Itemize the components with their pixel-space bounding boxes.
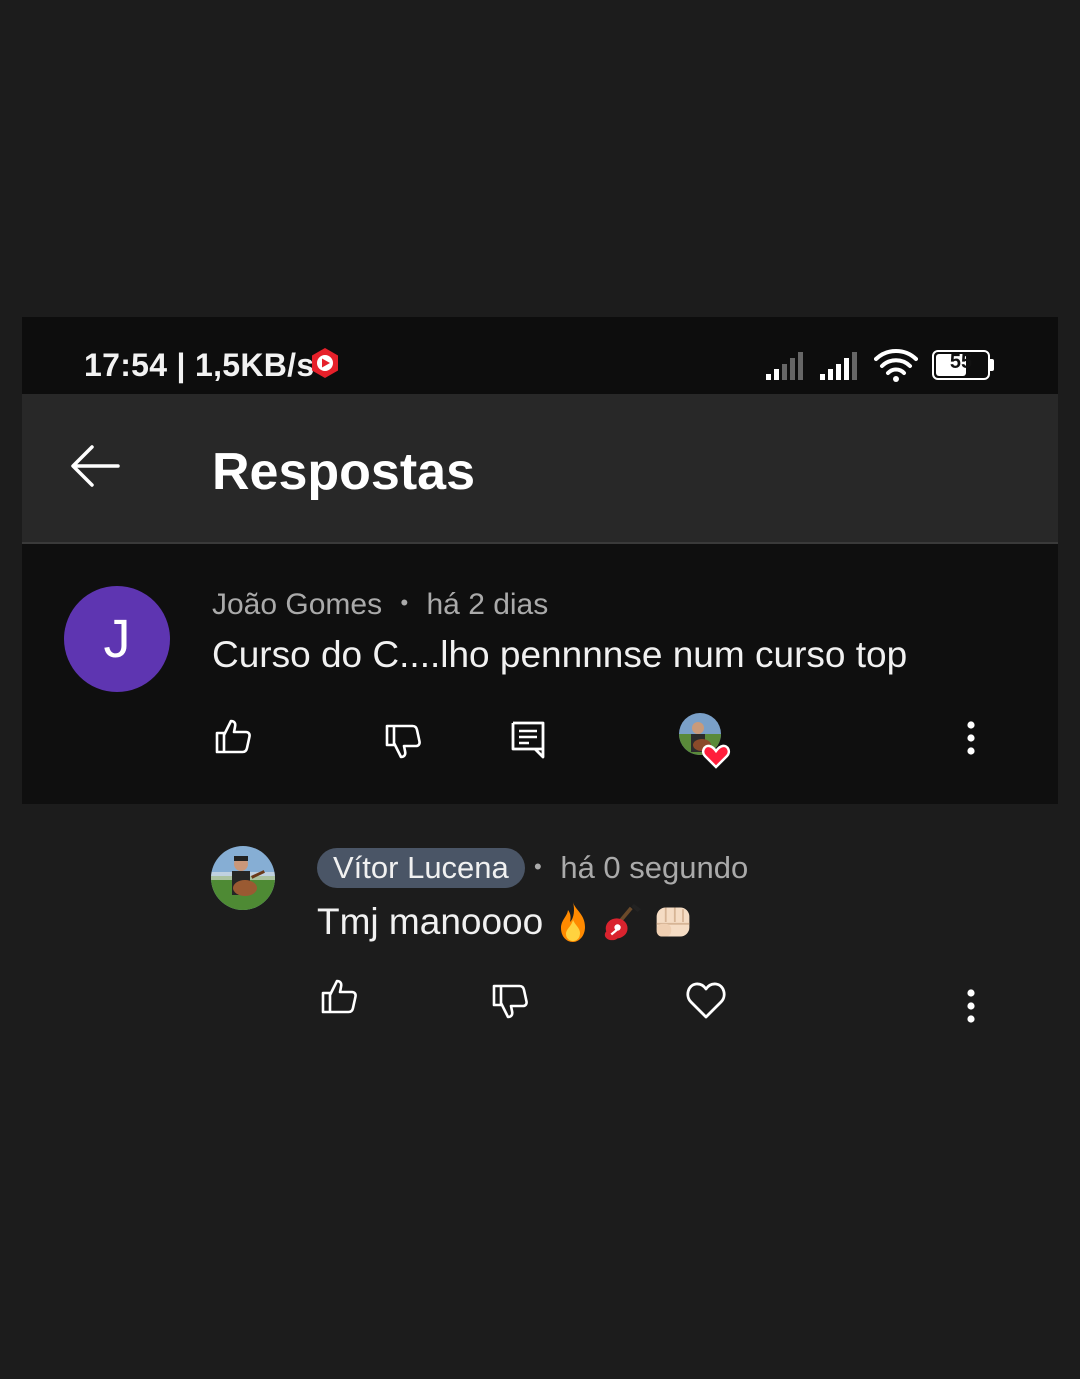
like-icon: [321, 979, 357, 1014]
meta-separator: •: [400, 590, 409, 615]
screen-record-icon: [312, 348, 338, 378]
signal-icon: [766, 352, 803, 380]
reply-time: há 0 segundo: [560, 850, 749, 885]
dislike-button[interactable]: [486, 978, 534, 1026]
app-bar: Respostas: [22, 394, 1058, 544]
reply-icon: [511, 721, 545, 759]
creator-heart-badge[interactable]: [676, 712, 740, 772]
comment-author[interactable]: João Gomes: [212, 588, 382, 621]
reply-button[interactable]: [504, 716, 552, 764]
signal-icon: [820, 352, 857, 380]
fist-icon: [656, 907, 690, 937]
more-options-button[interactable]: [947, 982, 995, 1030]
battery-icon: 55: [932, 350, 996, 380]
comment-time: há 2 dias: [426, 588, 549, 621]
more-icon: [967, 721, 975, 755]
creator-heart-icon: [679, 713, 731, 769]
heart-icon: [686, 982, 726, 1019]
reply-meta: • há 0 segundo: [534, 850, 748, 886]
parent-comment: J João Gomes • há 2 dias Curso do C....l…: [22, 544, 1058, 804]
dislike-button[interactable]: [379, 718, 427, 766]
avatar[interactable]: J: [64, 586, 170, 692]
back-button[interactable]: [68, 442, 124, 490]
like-icon: [215, 719, 251, 754]
like-button[interactable]: [209, 712, 257, 760]
page-title: Respostas: [212, 443, 475, 501]
app-screen: 17:54 | 1,5KB/s 55 Respostas J João Gome…: [22, 317, 1058, 1059]
reply-text-line: Tmj manoooo: [317, 900, 693, 944]
reply-text: Tmj manoooo: [317, 901, 544, 942]
comment-meta: João Gomes • há 2 dias: [212, 588, 548, 622]
meta-separator: •: [534, 854, 542, 879]
avatar[interactable]: [211, 846, 275, 910]
reply-comment: Vítor Lucena • há 0 segundo Tmj manoooo: [22, 806, 1058, 1059]
wifi-icon: [874, 349, 918, 382]
guitar-icon: [605, 903, 642, 941]
comment-text: Curso do C....lho pennnnse num curso top: [212, 634, 908, 675]
like-button[interactable]: [315, 972, 363, 1020]
more-options-button[interactable]: [947, 714, 995, 762]
dislike-icon: [385, 724, 421, 759]
battery-level: 55: [949, 351, 973, 373]
avatar-photo-icon: [211, 846, 275, 910]
status-icons: 55: [766, 347, 996, 383]
heart-button[interactable]: [682, 976, 730, 1024]
arrow-left-icon: [71, 445, 120, 487]
reply-author-chip[interactable]: Vítor Lucena: [317, 848, 525, 888]
status-bar: 17:54 | 1,5KB/s 55: [22, 317, 1058, 394]
more-icon: [967, 989, 975, 1023]
fire-icon: [561, 902, 586, 942]
dislike-icon: [492, 984, 528, 1019]
status-time-speed: 17:54 | 1,5KB/s: [84, 347, 315, 383]
